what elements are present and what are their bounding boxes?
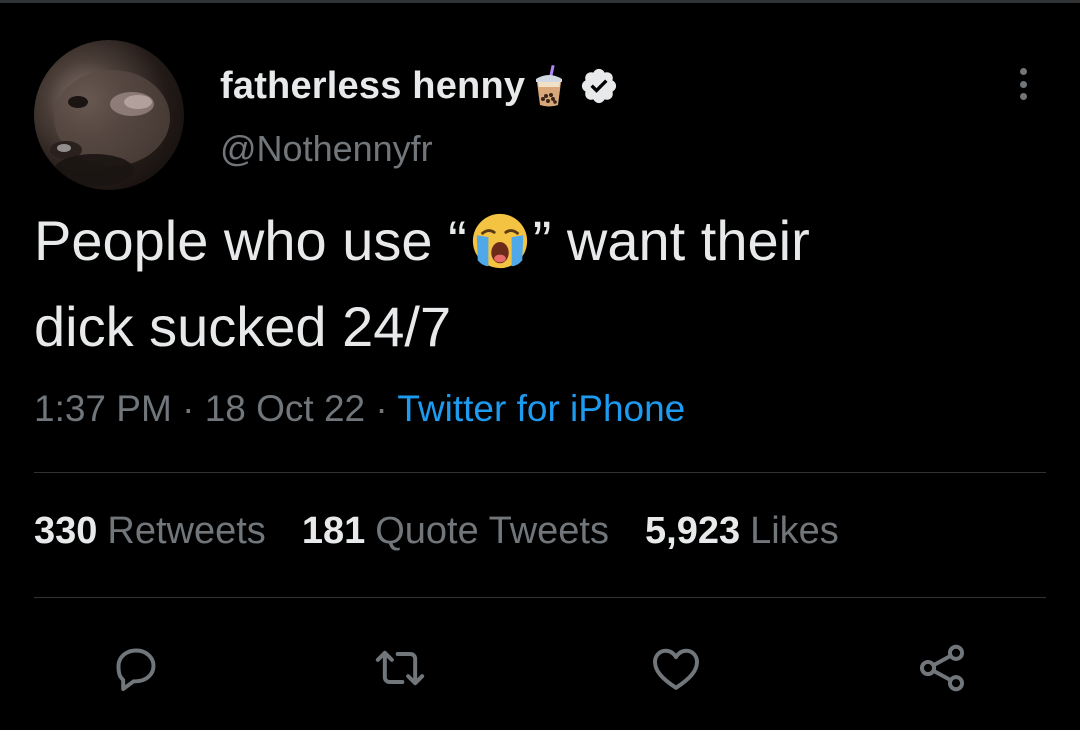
tweet-time[interactable]: 1:37 PM bbox=[34, 388, 172, 429]
author-name-row[interactable]: fatherless henny bbox=[220, 60, 619, 112]
quote-tweets-label: Quote Tweets bbox=[375, 510, 609, 552]
retweet-button[interactable] bbox=[368, 636, 432, 700]
tweet-text-before-emoji: People who use “ bbox=[34, 209, 467, 272]
boba-tea-icon bbox=[531, 63, 567, 109]
top-divider bbox=[0, 0, 1080, 3]
tweet-detail: fatherless henny @Nothennyfr People who … bbox=[0, 0, 1080, 730]
user-handle[interactable]: @Nothennyfr bbox=[220, 128, 433, 170]
divider bbox=[34, 472, 1046, 473]
like-icon bbox=[653, 648, 699, 690]
tweet-text-after-emoji: ” want their bbox=[532, 209, 810, 272]
retweets-label: Retweets bbox=[107, 510, 266, 552]
divider bbox=[34, 597, 1046, 598]
avatar[interactable] bbox=[34, 40, 184, 190]
tweet-text-line-2: dick sucked 24/7 bbox=[34, 295, 452, 358]
more-options-icon[interactable] bbox=[1006, 64, 1040, 104]
likes-stat[interactable]: 5,923 Likes bbox=[645, 510, 839, 553]
tweet-text-line-1: People who use “ ” want their bbox=[34, 198, 1054, 284]
reply-icon bbox=[116, 648, 156, 691]
share-button[interactable] bbox=[910, 636, 974, 700]
verified-badge-icon bbox=[579, 66, 619, 106]
meta-separator: · bbox=[365, 388, 398, 429]
tweet-source-link[interactable]: Twitter for iPhone bbox=[397, 388, 685, 429]
display-name[interactable]: fatherless henny bbox=[220, 65, 525, 108]
quote-tweets-stat[interactable]: 181 Quote Tweets bbox=[302, 510, 609, 553]
avatar-photo bbox=[50, 70, 170, 186]
reply-button[interactable] bbox=[104, 636, 168, 700]
like-button[interactable] bbox=[644, 636, 708, 700]
likes-count: 5,923 bbox=[645, 510, 741, 552]
loudly-crying-face-icon bbox=[469, 210, 531, 272]
tweet-date[interactable]: 18 Oct 22 bbox=[205, 388, 365, 429]
tweet-meta: 1:37 PM · 18 Oct 22 · Twitter for iPhone bbox=[34, 388, 685, 430]
action-bar bbox=[0, 636, 1080, 706]
tweet-text: People who use “ ” want their dick sucke… bbox=[34, 198, 1054, 370]
share-icon bbox=[919, 644, 965, 692]
engagement-stats: 330 Retweets 181 Quote Tweets 5,923 Likes bbox=[34, 510, 875, 553]
retweet-icon bbox=[375, 650, 425, 686]
quote-tweets-count: 181 bbox=[301, 510, 366, 552]
retweets-count: 330 bbox=[34, 510, 98, 552]
meta-separator: · bbox=[171, 388, 205, 429]
retweets-stat[interactable]: 330 Retweets bbox=[34, 510, 266, 553]
likes-label: Likes bbox=[750, 510, 839, 552]
